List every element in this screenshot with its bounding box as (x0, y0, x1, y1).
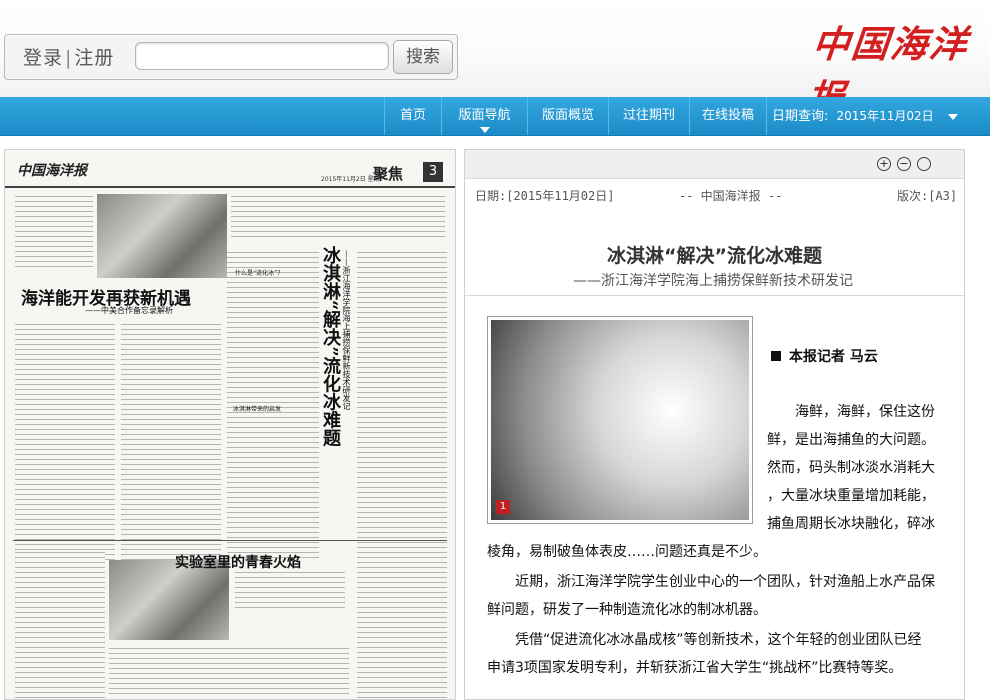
nav-item-past-issues[interactable]: 过往期刊 (608, 97, 689, 135)
article-pane: + − 日期:[2015年11月02日] -- 中国海洋报 -- 版次:[A3]… (464, 149, 965, 700)
paragraph-line: 棱角，易制破鱼体表皮……问题还真是不少。 (487, 544, 767, 560)
scan-text-block[interactable] (15, 550, 105, 699)
paragraph-line: 申请3项国家发明专利，并斩获浙江省大学生“挑战杯”比赛特等奖。 (487, 660, 903, 676)
scan-text-block[interactable] (357, 250, 447, 550)
article-toolbar: + − (465, 150, 964, 179)
scan-subheadline[interactable]: ——中美合作备忘录解析 (85, 305, 173, 316)
scan-page-number: 3 (423, 162, 443, 182)
paragraph-line: 然而，码头制冰淡水消耗大 (767, 460, 935, 476)
site-header: 登录 | 注册 搜索 中国海洋报 (0, 0, 990, 120)
article-date: 日期:[2015年11月02日] (475, 189, 615, 203)
scan-photo[interactable] (109, 560, 229, 640)
divider (465, 295, 964, 296)
login-search-bar: 登录 | 注册 搜索 (4, 34, 458, 80)
scan-text-block[interactable] (231, 194, 445, 238)
scan-vertical-title[interactable]: 冰淇淋“解决”流化冰难题 (317, 246, 343, 466)
newspaper-page-image[interactable]: 中国海洋报 2015年11月2日 星期一 聚焦 3 海洋能开发再获新机遇 ——中… (4, 149, 456, 700)
scan-text-block[interactable] (357, 550, 447, 699)
paragraph-line: ，大量冰块重量增加耗能， (767, 488, 935, 504)
scan-inner-heading: 冰淇淋带来的启发 (233, 406, 282, 413)
article-title: 冰淇淋“解决”流化冰难题 (607, 245, 822, 267)
date-query[interactable]: 日期查询: 2015年11月02日 (772, 97, 958, 135)
nav-item-online-submission[interactable]: 在线投稿 (689, 97, 766, 135)
scan-text-block[interactable] (15, 322, 115, 560)
nav-item-page-navigation[interactable]: 版面导航 (441, 97, 527, 135)
nav-item-home[interactable]: 首页 (384, 97, 441, 135)
scan-vertical-subtitle[interactable]: ——浙江海洋学院海上捕捞保鲜新技术研发记 (341, 250, 352, 450)
scan-text-block[interactable] (235, 570, 345, 610)
reporter-name: 本报记者 马云 (789, 349, 878, 365)
article-photo-image (491, 320, 749, 520)
square-bullet-icon (771, 351, 781, 361)
search-input[interactable] (135, 42, 389, 70)
article-reporter: 本报记者 马云 (771, 346, 878, 366)
scan-text-block[interactable] (121, 322, 221, 560)
zoom-out-icon[interactable]: − (897, 157, 911, 171)
divider: | (65, 47, 73, 69)
scan-divider (13, 540, 447, 541)
scan-text-block[interactable] (15, 194, 93, 270)
nav-divider (766, 97, 768, 135)
date-query-value[interactable]: 2015年11月02日 (837, 109, 934, 123)
chevron-down-icon[interactable] (947, 113, 958, 120)
article-page: 版次:[A3] (897, 189, 958, 203)
paragraph-line: 近期，浙江海洋学院学生创业中心的一个团队，针对渔船上水产品保 (515, 574, 935, 590)
scan-section-name: 聚焦 (373, 165, 404, 183)
scan-masthead: 中国海洋报 (17, 163, 87, 179)
paragraph-line: 海鲜，海鲜，保住这份 (795, 404, 935, 420)
nav-item-page-overview[interactable]: 版面概览 (527, 97, 608, 135)
scan-bottom-headline[interactable]: 实验室里的青春火焰 (175, 552, 301, 572)
scan-header: 中国海洋报 2015年11月2日 星期一 聚焦 3 (5, 150, 455, 188)
article-subtitle: ——浙江海洋学院海上捕捞保鲜新技术研发记 (573, 273, 853, 289)
login-link[interactable]: 登录 (23, 47, 63, 69)
date-query-label: 日期查询: (772, 109, 829, 124)
paragraph-line: 鲜，是出海捕鱼的大问题。 (767, 432, 935, 448)
photo-number-badge: 1 (496, 500, 510, 514)
login-register-links: 登录 | 注册 (23, 43, 114, 70)
zoom-in-icon[interactable]: + (877, 157, 891, 171)
scan-inner-heading: 什么是“流化冰”? (235, 270, 281, 277)
article-paper-name: -- 中国海洋报 -- (679, 189, 783, 203)
article-photo[interactable]: 1 (487, 316, 753, 524)
scan-photo[interactable] (97, 194, 227, 278)
main-nav: 首页 版面导航 版面概览 过往期刊 在线投稿 日期查询: 2015年11月02日 (0, 97, 990, 136)
paragraph-line: 捕鱼周期长冰块融化，碎冰 (767, 516, 935, 532)
scan-text-block[interactable] (109, 646, 349, 698)
reset-icon[interactable] (917, 157, 931, 171)
paragraph-line: 凭借“促进流化冰冰晶成核”等创新技术，这个年轻的创业团队已经 (515, 632, 922, 648)
register-link[interactable]: 注册 (74, 47, 114, 69)
paragraph-line: 鲜问题，研发了一种制造流化冰的制冰机器。 (487, 602, 767, 618)
search-button[interactable]: 搜索 (393, 40, 453, 74)
